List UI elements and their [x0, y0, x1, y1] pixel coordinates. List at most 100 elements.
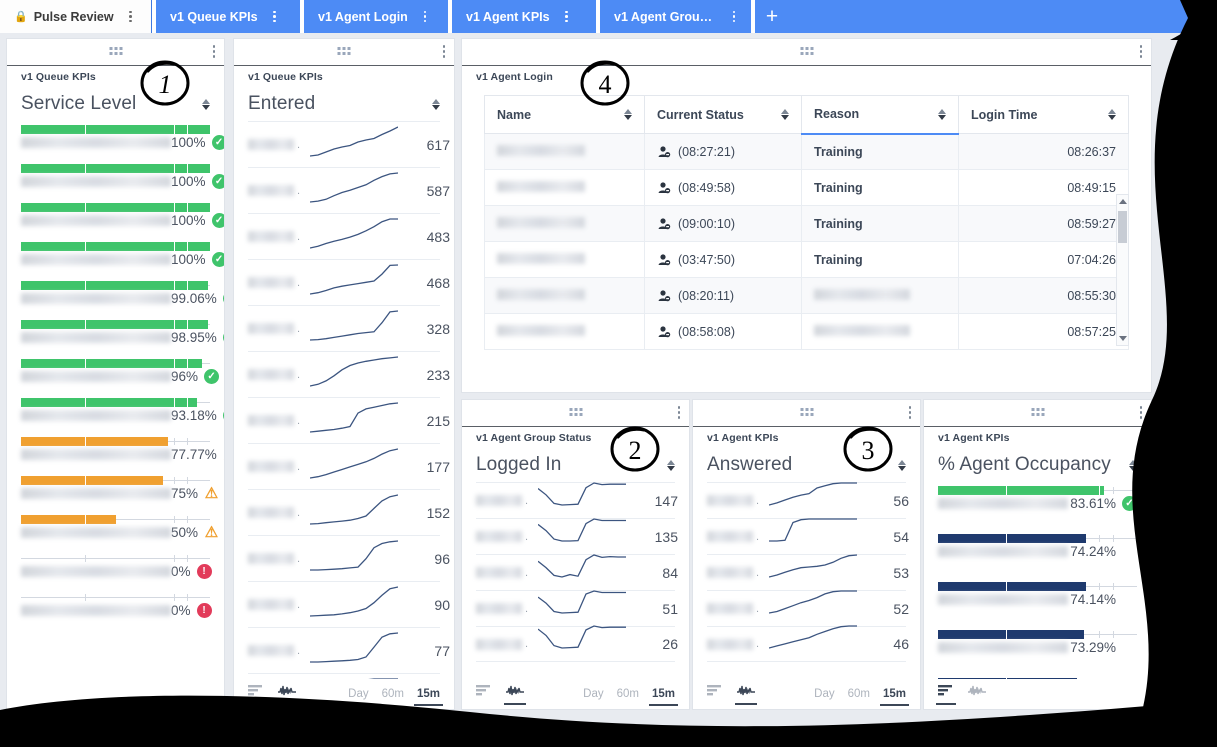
bar-row[interactable]: 98.95% ✓ — [21, 320, 224, 345]
spark-row[interactable]: . 56 — [707, 481, 909, 518]
spark-row[interactable]: . 328 — [248, 305, 450, 351]
sparkline-view-icon[interactable] — [735, 683, 757, 705]
range-15m[interactable]: 15m — [879, 688, 910, 706]
panel-menu-icon[interactable] — [677, 406, 680, 419]
bar-row[interactable]: 74.14% — [938, 582, 1137, 607]
range-15m[interactable]: 15m — [413, 688, 444, 706]
spark-row[interactable]: . 84 — [476, 553, 678, 590]
bar-row[interactable]: 73.29% — [938, 630, 1137, 655]
spark-row[interactable]: . 147 — [476, 481, 678, 518]
sort-icon[interactable] — [1108, 109, 1116, 120]
bar-row[interactable]: 75% ⚠ — [21, 476, 218, 501]
bar-row[interactable]: 99.06% ✓ — [21, 281, 224, 306]
sort-icon[interactable] — [938, 108, 946, 120]
sort-toggle-icon[interactable] — [898, 459, 906, 471]
spark-row[interactable]: . 46 — [707, 625, 909, 662]
spark-row[interactable]: . 51 — [476, 589, 678, 626]
sparkline-view-icon[interactable] — [968, 683, 986, 705]
table-row[interactable]: (09:00:10) Training 08:59:27 — [484, 205, 1129, 242]
spark-row[interactable]: . 468 — [248, 259, 450, 305]
panel-menu-icon[interactable] — [908, 406, 911, 419]
bar-view-icon[interactable] — [248, 683, 264, 705]
bar-row[interactable]: 77.77% ⚠ — [21, 437, 224, 462]
spark-row[interactable]: . 53 — [707, 553, 909, 590]
column-header-reason[interactable]: Reason — [801, 95, 959, 135]
tab-menu-icon[interactable] — [124, 10, 138, 23]
spark-row[interactable]: . 215 — [248, 397, 450, 443]
sort-icon[interactable] — [781, 109, 789, 120]
table-scrollbar[interactable] — [1116, 194, 1129, 346]
scroll-down-icon[interactable] — [1118, 336, 1127, 341]
range-60m[interactable]: 60m — [848, 688, 870, 700]
spark-row[interactable]: . 26 — [476, 625, 678, 662]
tab-v1-agent-kpis[interactable]: v1 Agent KPIs — [452, 0, 596, 33]
bar-row[interactable]: 69.7% — [938, 678, 1137, 679]
drag-handle-icon[interactable] — [569, 408, 582, 416]
range-day[interactable]: Day — [814, 688, 834, 700]
sort-toggle-icon[interactable] — [432, 98, 440, 110]
spark-row[interactable]: . 90 — [248, 581, 450, 627]
drag-handle-icon[interactable] — [109, 47, 122, 55]
spark-row[interactable]: . 177 — [248, 443, 450, 489]
drag-handle-icon[interactable] — [337, 47, 351, 55]
spark-row[interactable]: . 135 — [476, 517, 678, 554]
panel-menu-icon[interactable] — [1139, 406, 1142, 419]
bar-row[interactable]: 74.24% — [938, 534, 1137, 559]
drag-handle-icon[interactable] — [800, 47, 813, 55]
spark-row[interactable]: . 617 — [248, 121, 450, 167]
tab-menu-icon[interactable] — [560, 10, 574, 23]
add-tab-button[interactable]: + — [755, 0, 789, 33]
scrollbar-thumb[interactable] — [1118, 211, 1127, 243]
bar-view-icon[interactable] — [476, 683, 492, 705]
sparkline-view-icon[interactable] — [276, 683, 298, 705]
panel-menu-icon[interactable] — [1139, 45, 1142, 58]
sort-toggle-icon[interactable] — [202, 98, 210, 110]
tab-menu-icon[interactable] — [418, 10, 432, 23]
range-day[interactable]: Day — [583, 688, 603, 700]
bar-row[interactable]: 100% ✓ — [21, 164, 224, 189]
spark-row[interactable]: . 52 — [707, 589, 909, 626]
spark-row[interactable]: . 96 — [248, 535, 450, 581]
bar-row[interactable]: 100% ✓ — [21, 203, 224, 228]
spark-row[interactable]: . 152 — [248, 489, 450, 535]
bar-row[interactable]: 0% ! — [21, 554, 212, 579]
bar-row[interactable]: 100% ✓ — [21, 242, 224, 267]
bar-view-icon[interactable] — [936, 683, 956, 705]
panel-menu-icon[interactable] — [442, 45, 445, 58]
table-row[interactable]: (08:49:58) Training 08:49:15 — [484, 169, 1129, 206]
sort-icon[interactable] — [624, 109, 632, 120]
range-15m[interactable]: 15m — [648, 688, 679, 706]
range-day[interactable]: Day — [348, 688, 368, 700]
bar-row[interactable]: 0% ! — [21, 593, 212, 618]
tab-menu-icon[interactable] — [268, 10, 282, 23]
bar-row[interactable]: 50% ⚠ — [21, 515, 218, 540]
sparkline-view-icon[interactable] — [504, 683, 526, 705]
column-header-current-status[interactable]: Current Status — [644, 95, 802, 134]
sort-toggle-icon[interactable] — [667, 459, 675, 471]
spark-row[interactable]: . 483 — [248, 213, 450, 259]
spark-row[interactable]: . 233 — [248, 351, 450, 397]
bar-row[interactable]: 93.18% ✓ — [21, 398, 224, 423]
table-row[interactable]: (08:58:08) 08:57:25 — [484, 313, 1129, 350]
tab-v1-queue-kpis[interactable]: v1 Queue KPIs — [156, 0, 300, 33]
bar-row[interactable]: 100% ✓ — [21, 125, 224, 150]
bar-view-icon[interactable] — [707, 683, 723, 705]
table-row[interactable]: (08:20:11) 08:55:30 — [484, 277, 1129, 314]
spark-row[interactable]: . 77 — [248, 627, 450, 673]
range-60m[interactable]: 60m — [382, 688, 404, 700]
bar-row[interactable]: 96% ✓ — [21, 359, 220, 384]
column-header-login-time[interactable]: Login Time — [958, 95, 1129, 134]
range-60m[interactable]: 60m — [617, 688, 639, 700]
bar-row[interactable]: 83.61% ✓ — [938, 486, 1137, 511]
tab-pulse-review[interactable]: 🔒 Pulse Review — [0, 0, 152, 33]
spark-row[interactable]: . 587 — [248, 167, 450, 213]
table-row[interactable]: (03:47:50) Training 07:04:26 — [484, 241, 1129, 278]
scroll-up-icon[interactable] — [1118, 199, 1127, 204]
sort-toggle-icon[interactable] — [1129, 459, 1137, 471]
tab-menu-icon[interactable] — [727, 10, 741, 23]
table-row[interactable]: (08:27:21) Training 08:26:37 — [484, 133, 1129, 170]
column-header-name[interactable]: Name — [484, 95, 645, 134]
drag-handle-icon[interactable] — [800, 408, 813, 416]
tab-v1-agent-login[interactable]: v1 Agent Login — [304, 0, 448, 33]
tab-v1-agent-group-status[interactable]: v1 Agent Group Sta.. — [600, 0, 751, 33]
